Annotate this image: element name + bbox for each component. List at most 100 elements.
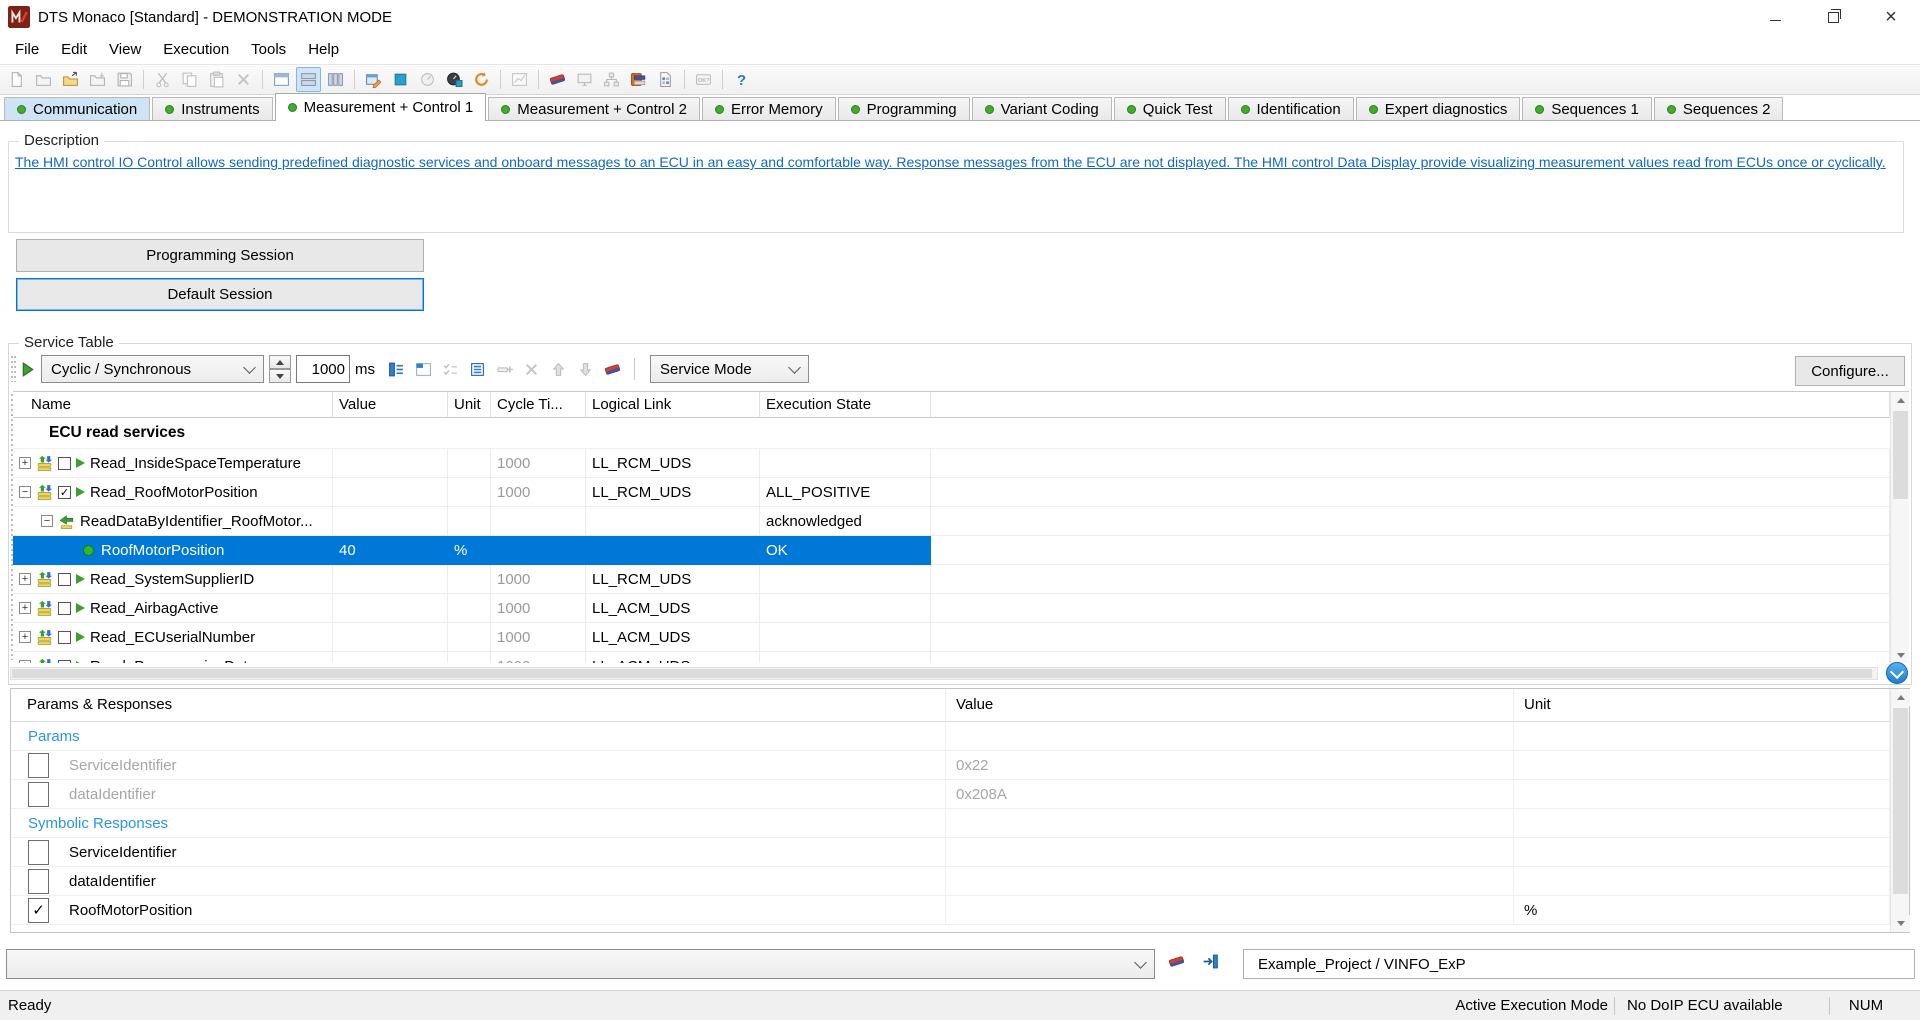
collapse-services-icon[interactable] xyxy=(411,357,436,382)
service-checkbox[interactable] xyxy=(58,660,71,664)
layout-tile-icon[interactable] xyxy=(269,67,294,92)
tab-programming[interactable]: Programming xyxy=(838,97,970,120)
menu-item-execution[interactable]: Execution xyxy=(152,34,240,64)
help-icon[interactable]: ? xyxy=(729,67,754,92)
service-mode-select[interactable]: Service Mode xyxy=(650,355,809,383)
params-row[interactable]: Params xyxy=(11,722,1890,751)
network-icon[interactable] xyxy=(599,67,624,92)
menu-item-help[interactable]: Help xyxy=(297,34,350,64)
param-checkbox[interactable] xyxy=(28,753,49,778)
table-row[interactable]: +Read_AirbagActive1000LL_ACM_UDS xyxy=(13,594,1890,623)
params-row[interactable]: ServiceIdentifier0x22 xyxy=(11,751,1890,780)
expand-toggle[interactable]: − xyxy=(19,486,31,498)
close-button[interactable]: × xyxy=(1862,0,1920,34)
default-session-button[interactable]: Default Session xyxy=(16,278,424,311)
ok-dialog-icon[interactable]: OK? xyxy=(691,67,716,92)
layout-columns-icon[interactable] xyxy=(323,67,348,92)
menu-item-file[interactable]: File xyxy=(4,34,50,64)
tab-sequences-1[interactable]: Sequences 1 xyxy=(1522,97,1652,120)
expand-services-icon[interactable] xyxy=(384,357,409,382)
restore-button[interactable] xyxy=(1804,0,1862,34)
scroll-thumb[interactable] xyxy=(12,669,1872,678)
param-checkbox[interactable] xyxy=(28,840,49,865)
expand-toggle[interactable]: + xyxy=(19,602,31,614)
toolbar-drag-grip[interactable] xyxy=(11,356,16,382)
service-checkbox[interactable] xyxy=(58,631,71,644)
report-icon[interactable] xyxy=(653,67,678,92)
table-row[interactable]: +Read_ProgrammingDate1000LL_ACM_UDS xyxy=(13,652,1890,663)
expand-toggle[interactable]: + xyxy=(19,573,31,585)
tab-communication[interactable]: Communication xyxy=(4,97,150,120)
move-down-icon[interactable] xyxy=(573,357,598,382)
expand-toggle[interactable]: + xyxy=(19,631,31,643)
tab-measurement-control-2[interactable]: Measurement + Control 2 xyxy=(488,97,700,120)
params-row[interactable]: ✓RoofMotorPosition% xyxy=(11,896,1890,925)
paste-icon[interactable] xyxy=(204,67,229,92)
tab-sequences-2[interactable]: Sequences 2 xyxy=(1654,97,1784,120)
tab-quick-test[interactable]: Quick Test xyxy=(1114,97,1226,120)
service-table-vscrollbar[interactable] xyxy=(1890,392,1909,663)
table-row[interactable]: RoofMotorPosition40%OK xyxy=(13,536,1890,565)
configure-button[interactable]: Configure... xyxy=(1795,356,1905,386)
cycle-interval-input[interactable] xyxy=(296,355,350,383)
menu-item-tools[interactable]: Tools xyxy=(240,34,297,64)
interval-up-button[interactable] xyxy=(269,355,291,369)
param-checkbox[interactable]: ✓ xyxy=(28,898,49,923)
table-row[interactable]: −ReadDataByIdentifier_RoofMotor...acknow… xyxy=(13,507,1890,536)
transfer-icon[interactable] xyxy=(1202,953,1219,970)
open-document-icon[interactable] xyxy=(31,67,56,92)
expand-pane-button[interactable] xyxy=(1886,662,1908,684)
tab-instruments[interactable]: Instruments xyxy=(152,97,272,120)
save-icon[interactable] xyxy=(112,67,137,92)
delete-icon[interactable] xyxy=(231,67,256,92)
chart-icon[interactable] xyxy=(507,67,532,92)
clear-eraser-icon[interactable] xyxy=(545,67,570,92)
scroll-down-button[interactable] xyxy=(1891,915,1910,932)
table-row[interactable]: +Read_SystemSupplierID1000LL_RCM_UDS xyxy=(13,565,1890,594)
scroll-up-button[interactable] xyxy=(1891,689,1910,706)
move-up-icon[interactable] xyxy=(546,357,571,382)
edit-instrument-icon[interactable] xyxy=(361,67,386,92)
table-row[interactable]: +Read_ECUserialNumber1000LL_ACM_UDS xyxy=(13,623,1890,652)
delete-service-icon[interactable] xyxy=(519,357,544,382)
open-workspace-icon[interactable] xyxy=(58,67,83,92)
table-row[interactable]: −✓Read_RoofMotorPosition1000LL_RCM_UDSAL… xyxy=(13,478,1890,507)
cut-icon[interactable] xyxy=(150,67,175,92)
tab-expert-diagnostics[interactable]: Expert diagnostics xyxy=(1356,97,1521,120)
gauge-dark-icon[interactable] xyxy=(442,67,467,92)
scroll-thumb[interactable] xyxy=(1893,411,1908,499)
scroll-thumb[interactable] xyxy=(1893,708,1908,894)
expand-toggle[interactable]: + xyxy=(19,457,31,469)
params-row[interactable]: Symbolic Responses xyxy=(11,809,1890,838)
params-row[interactable]: dataIdentifier0x208A xyxy=(11,780,1890,809)
scroll-down-button[interactable] xyxy=(1891,647,1909,663)
import-workspace-icon[interactable] xyxy=(85,67,110,92)
clear-eraser-icon[interactable] xyxy=(600,357,625,382)
logical-link-select[interactable] xyxy=(6,949,1155,979)
check-services-icon[interactable] xyxy=(438,357,463,382)
add-service-icon[interactable] xyxy=(492,357,517,382)
service-checkbox[interactable] xyxy=(58,457,71,470)
service-checkbox[interactable]: ✓ xyxy=(58,486,71,499)
interval-down-button[interactable] xyxy=(269,369,291,383)
service-checkbox[interactable] xyxy=(58,602,71,615)
scroll-up-button[interactable] xyxy=(1891,392,1909,409)
menu-item-edit[interactable]: Edit xyxy=(50,34,98,64)
tab-identification[interactable]: Identification xyxy=(1228,97,1354,120)
minimize-button[interactable] xyxy=(1746,0,1804,34)
expand-toggle[interactable]: − xyxy=(41,515,53,527)
param-checkbox[interactable] xyxy=(28,782,49,807)
layout-rows-icon[interactable] xyxy=(296,67,321,92)
horizontal-scrollbar[interactable] xyxy=(10,667,1878,680)
params-row[interactable]: dataIdentifier xyxy=(11,867,1890,896)
refresh-icon[interactable] xyxy=(469,67,494,92)
tab-variant-coding[interactable]: Variant Coding xyxy=(972,97,1112,120)
params-vscrollbar[interactable] xyxy=(1890,689,1909,932)
instrument-square-icon[interactable] xyxy=(388,67,413,92)
params-section-link[interactable]: Symbolic Responses xyxy=(28,815,168,832)
flash-book-icon[interactable] xyxy=(626,67,651,92)
programming-session-button[interactable]: Programming Session xyxy=(16,239,424,272)
ecu-connect-icon[interactable] xyxy=(572,67,597,92)
clear-eraser-icon[interactable] xyxy=(1168,953,1185,970)
select-all-icon[interactable] xyxy=(465,357,490,382)
